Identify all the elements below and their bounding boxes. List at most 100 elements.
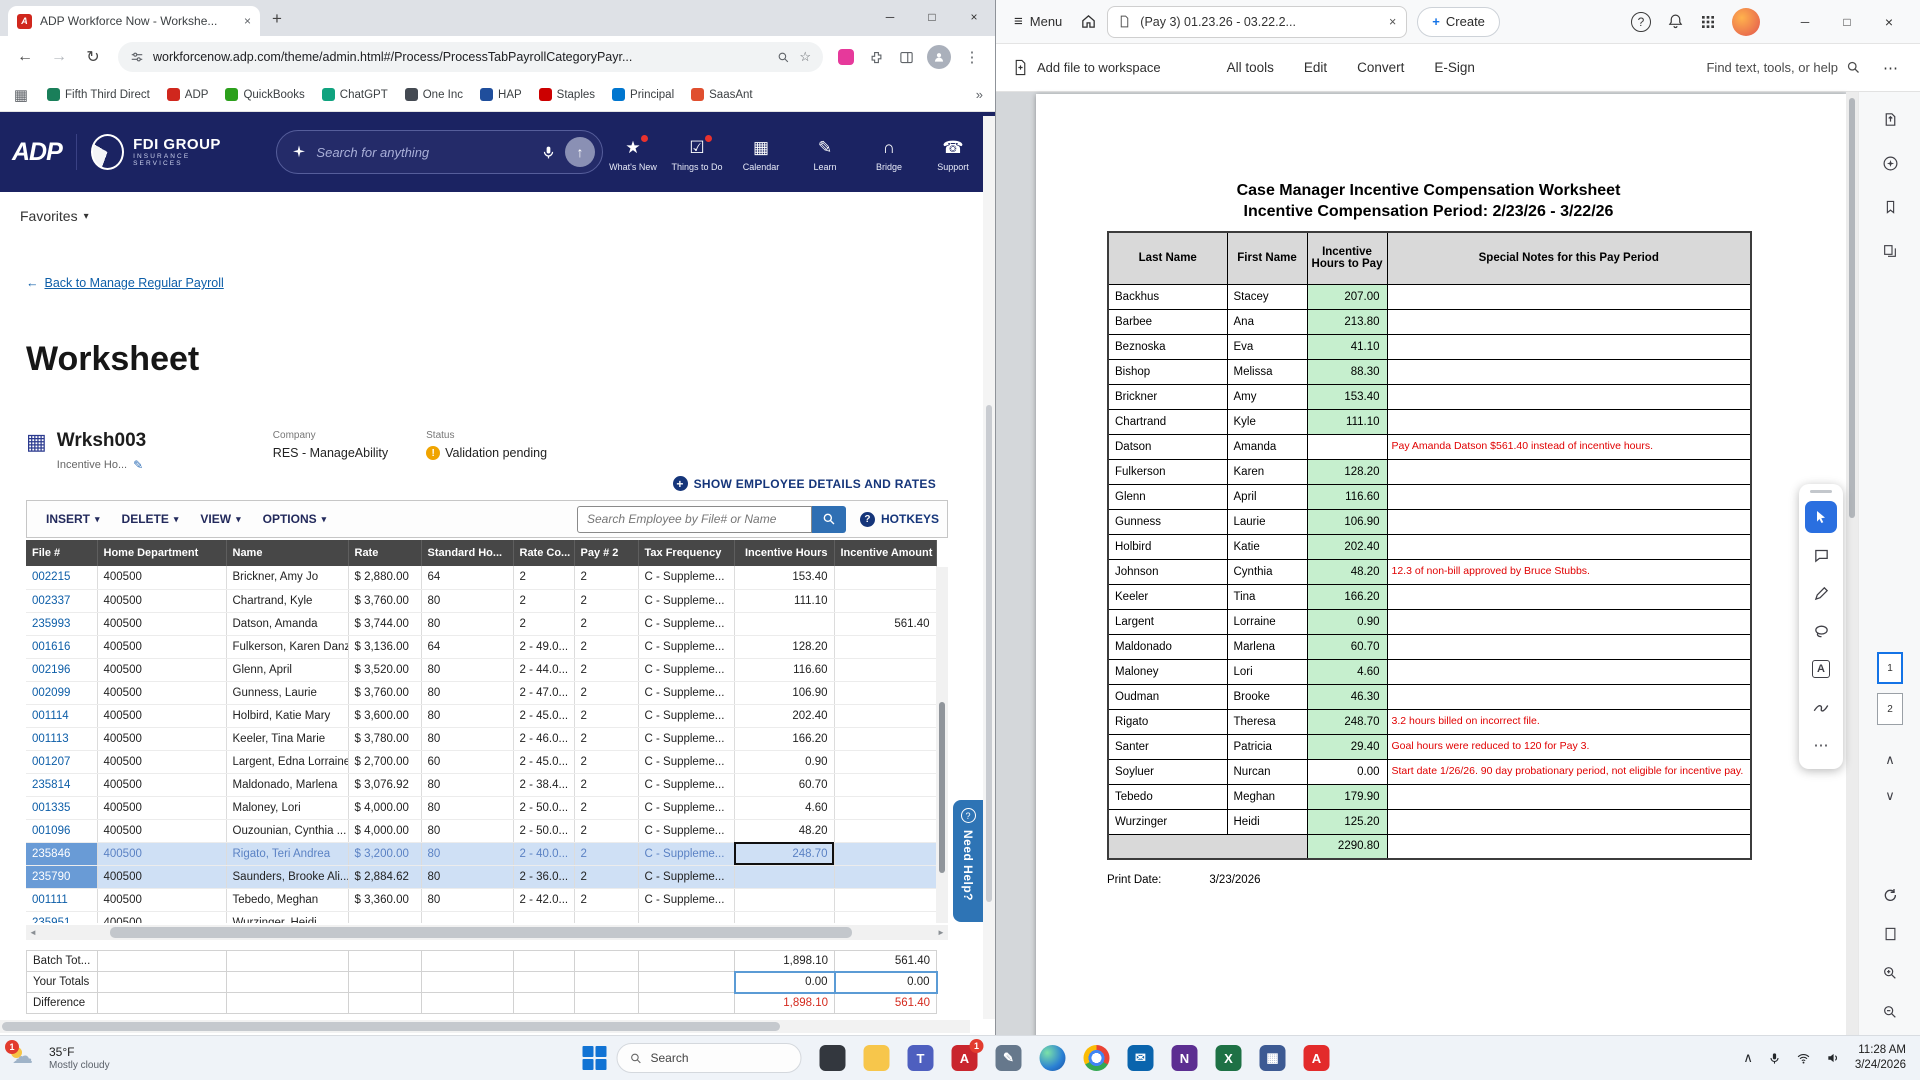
pay2-cell[interactable]: 2 — [574, 819, 638, 842]
pay2-cell[interactable]: 2 — [574, 773, 638, 796]
dept-cell[interactable]: 400500 — [97, 911, 226, 923]
dept-cell[interactable]: 400500 — [97, 566, 226, 589]
grid-row[interactable]: 235951400500Wurzinger, Heidi... — [26, 911, 936, 923]
adp-nav-things-to-do[interactable]: ☑Things to Do — [667, 133, 727, 172]
incentive-hours-cell[interactable] — [734, 612, 834, 635]
rate-cell[interactable]: $ 3,760.00 — [348, 681, 421, 704]
incentive-amount-cell[interactable] — [834, 658, 936, 681]
adp-nav-calendar[interactable]: ▦Calendar — [731, 133, 791, 172]
name-cell[interactable]: Rigato, Teri Andrea — [226, 842, 348, 865]
url-text[interactable]: workforcenow.adp.com/theme/admin.html#/P… — [153, 50, 768, 64]
name-cell[interactable]: Tebedo, Meghan — [226, 888, 348, 911]
back-to-payroll-link[interactable]: Back to Manage Regular Payroll — [45, 276, 224, 290]
incentive-hours-cell[interactable] — [734, 911, 834, 923]
pay2-cell[interactable]: 2 — [574, 589, 638, 612]
file-number-cell[interactable]: 001616 — [26, 635, 97, 658]
rate-cell[interactable]: $ 2,880.00 — [348, 566, 421, 589]
rate-cell[interactable]: $ 3,744.00 — [348, 612, 421, 635]
add-comment-tool[interactable] — [1805, 539, 1837, 571]
rate-code-cell[interactable]: 2 - 50.0... — [513, 796, 574, 819]
incentive-hours-cell[interactable]: 166.20 — [734, 727, 834, 750]
incentive-amount-cell[interactable] — [834, 589, 936, 612]
rate-code-cell[interactable]: 2 - 50.0... — [513, 819, 574, 842]
tax-frequency-cell[interactable]: C - Suppleme... — [638, 819, 734, 842]
dept-cell[interactable]: 400500 — [97, 658, 226, 681]
bookmark-item[interactable]: One Inc — [405, 88, 463, 101]
grid-row[interactable]: 235846400500Rigato, Teri Andrea$ 3,200.0… — [26, 842, 936, 865]
grid-row[interactable]: 002215400500Brickner, Amy Jo$ 2,880.0064… — [26, 566, 936, 589]
page-horizontal-scrollbar[interactable] — [0, 1020, 970, 1033]
standard-hours-cell[interactable]: 80 — [421, 842, 513, 865]
rate-code-cell[interactable]: 2 - 38.4... — [513, 773, 574, 796]
name-cell[interactable]: Gunness, Laurie — [226, 681, 348, 704]
tax-frequency-cell[interactable]: C - Suppleme... — [638, 888, 734, 911]
standard-hours-cell[interactable]: 80 — [421, 796, 513, 819]
grid-row[interactable]: 235993400500Datson, Amanda$ 3,744.008022… — [26, 612, 936, 635]
grid-row[interactable]: 001111400500Tebedo, Meghan$ 3,360.00802 … — [26, 888, 936, 911]
weather-widget[interactable]: 1 ☁ 35°F Mostly cloudy — [10, 1045, 110, 1071]
next-page-icon[interactable]: ∨ — [1859, 783, 1920, 809]
name-cell[interactable]: Wurzinger, Heidi... — [226, 911, 348, 923]
column-header[interactable]: Tax Frequency — [638, 540, 734, 566]
rate-code-cell[interactable]: 2 - 40.0... — [513, 842, 574, 865]
bookmark-item[interactable]: ADP — [167, 88, 209, 101]
rate-cell[interactable]: $ 4,000.00 — [348, 819, 421, 842]
rate-cell[interactable]: $ 3,600.00 — [348, 704, 421, 727]
taskbar-app-edge[interactable] — [1031, 1038, 1075, 1078]
adp-nav-support[interactable]: ☎Support — [923, 133, 983, 172]
taskbar-app-onenote[interactable]: N — [1163, 1038, 1207, 1078]
tax-frequency-cell[interactable]: C - Suppleme... — [638, 727, 734, 750]
bookmark-item[interactable]: ChatGPT — [322, 88, 388, 101]
tax-frequency-cell[interactable]: C - Suppleme... — [638, 773, 734, 796]
pay2-cell[interactable]: 2 — [574, 865, 638, 888]
rate-cell[interactable]: $ 3,360.00 — [348, 888, 421, 911]
scrollbar-thumb[interactable] — [939, 702, 945, 873]
select-tool[interactable] — [1805, 501, 1837, 533]
extensions-puzzle-icon[interactable] — [863, 50, 889, 65]
edit-pencil-icon[interactable]: ✎ — [133, 458, 143, 472]
search-submit-icon[interactable]: ↑ — [565, 137, 595, 167]
tax-frequency-cell[interactable]: C - Suppleme... — [638, 796, 734, 819]
hotkeys-button[interactable]: ? HOTKEYS — [860, 512, 939, 527]
rate-code-cell[interactable]: 2 - 47.0... — [513, 681, 574, 704]
rate-cell[interactable]: $ 3,136.00 — [348, 635, 421, 658]
export-pdf-icon[interactable] — [1859, 106, 1920, 132]
tax-frequency-cell[interactable]: C - Suppleme... — [638, 704, 734, 727]
standard-hours-cell[interactable]: 80 — [421, 589, 513, 612]
new-tab-button[interactable]: + — [272, 9, 282, 29]
rate-cell[interactable]: $ 3,760.00 — [348, 589, 421, 612]
dept-cell[interactable]: 400500 — [97, 750, 226, 773]
column-header[interactable]: Incentive Amount — [834, 540, 936, 566]
incentive-amount-cell[interactable] — [834, 796, 936, 819]
zoom-in-icon[interactable] — [1859, 960, 1920, 986]
dept-cell[interactable]: 400500 — [97, 681, 226, 704]
incentive-hours-cell[interactable]: 4.60 — [734, 796, 834, 819]
column-header[interactable]: Incentive Hours — [734, 540, 834, 566]
rate-code-cell[interactable]: 2 - 42.0... — [513, 888, 574, 911]
name-cell[interactable]: Glenn, April — [226, 658, 348, 681]
standard-hours-cell[interactable]: 60 — [421, 750, 513, 773]
grid-vertical-scrollbar[interactable] — [936, 567, 948, 923]
rate-cell[interactable]: $ 3,520.00 — [348, 658, 421, 681]
name-cell[interactable]: Ouzounian, Cynthia ... — [226, 819, 348, 842]
dept-cell[interactable]: 400500 — [97, 819, 226, 842]
grid-row[interactable]: 002196400500Glenn, April$ 3,520.00802 - … — [26, 658, 936, 681]
taskbar-app-code[interactable] — [811, 1038, 855, 1078]
name-cell[interactable]: Holbird, Katie Mary — [226, 704, 348, 727]
browser-menu-icon[interactable]: ⋮ — [959, 48, 985, 66]
file-number-cell[interactable]: 001113 — [26, 727, 97, 750]
rate-cell[interactable]: $ 3,076.92 — [348, 773, 421, 796]
global-search[interactable]: ↑ — [276, 130, 603, 174]
rate-code-cell[interactable]: 2 — [513, 612, 574, 635]
rate-cell[interactable]: $ 4,000.00 — [348, 796, 421, 819]
toolbar-tab-alltools[interactable]: All tools — [1227, 60, 1274, 75]
toolbar-tab-edit[interactable]: Edit — [1304, 60, 1327, 75]
name-cell[interactable]: Largent, Edna Lorraine — [226, 750, 348, 773]
pdf-vertical-scrollbar[interactable] — [1846, 92, 1858, 1035]
file-number-cell[interactable]: 002215 — [26, 566, 97, 589]
help-icon[interactable]: ? — [1631, 12, 1651, 32]
standard-hours-cell[interactable]: 80 — [421, 681, 513, 704]
dept-cell[interactable]: 400500 — [97, 704, 226, 727]
tax-frequency-cell[interactable]: C - Suppleme... — [638, 865, 734, 888]
tab-close-icon[interactable]: × — [244, 14, 251, 28]
